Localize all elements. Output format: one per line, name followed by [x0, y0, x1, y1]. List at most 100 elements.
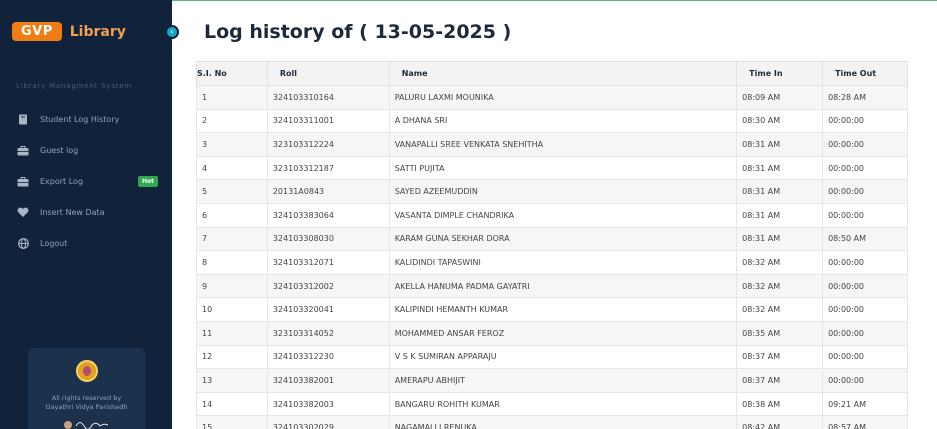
- cell-time-in: 08:09 AM: [736, 85, 824, 110]
- cell-time-in: 08:42 AM: [736, 415, 824, 429]
- table-row[interactable]: 7 324103308030 KARAM GUNA SEKHAR DORA 08:31…: [196, 226, 908, 252]
- table-row[interactable]: 4 323103312187 SATTI PUJITA 08:31 AM 00:00:0…: [196, 155, 908, 181]
- sidebar-item-insert-new-data[interactable]: Insert New Data: [0, 197, 172, 228]
- table-row[interactable]: 3 323103312224 VANAPALLI SREE VENKATA SNEH…: [196, 132, 908, 157]
- sidebar-item-guest-log[interactable]: Guest log: [0, 135, 172, 166]
- book-icon: [17, 114, 29, 126]
- column-header-time-out[interactable]: Time Out: [822, 61, 908, 86]
- cell-time-out: 08:57 AM: [822, 415, 908, 429]
- table-header-row: S.I. No Roll Name Time In Time Out: [196, 61, 908, 86]
- cell-roll: 324103312071: [266, 250, 390, 275]
- cell-time-out: 00:00:00: [822, 155, 908, 181]
- cell-time-in: 08:32 AM: [736, 250, 824, 275]
- cell-roll: 324103312230: [266, 344, 390, 370]
- table-row[interactable]: 14 324103382003 BANGARU ROHITH KUMAR 08:38 …: [196, 391, 908, 417]
- sidebar-item-student-log-history[interactable]: Student Log History: [0, 104, 172, 135]
- sidebar-section-label: Library Managment System: [16, 82, 133, 90]
- cell-name: VANAPALLI SREE VENKATA SNEHITHA: [388, 132, 738, 157]
- hot-badge: Hot: [137, 176, 158, 187]
- cell-time-in: 08:37 AM: [736, 344, 824, 370]
- cell-time-out: 00:00:00: [822, 368, 908, 393]
- log-table-container: S.I. No Roll Name Time In Time Out 1 3241…: [196, 61, 908, 429]
- cell-roll: 324103382001: [266, 368, 390, 393]
- column-header-name[interactable]: Name: [388, 61, 738, 86]
- cell-sl-no: 12: [196, 344, 268, 370]
- sidebar-item-label: Student Log History: [40, 115, 120, 124]
- cell-name: NAGAMALLI RENUKA: [388, 415, 738, 429]
- cell-name: V S K SUMIRAN APPARAJU: [388, 344, 738, 370]
- cell-sl-no: 2: [196, 108, 268, 134]
- brand-badge: GVP: [12, 22, 62, 41]
- cell-sl-no: 13: [196, 368, 268, 393]
- sidebar-item-label: Insert New Data: [40, 208, 105, 217]
- cell-name: SATTI PUJITA: [388, 155, 738, 181]
- cell-time-in: 08:31 AM: [736, 202, 824, 228]
- briefcase-icon: [17, 176, 29, 188]
- cell-time-in: 08:30 AM: [736, 108, 824, 134]
- cell-name: MOHAMMED ANSAR FEROZ: [388, 320, 738, 346]
- cell-name: KALIDINDI TAPASWINI: [388, 250, 738, 275]
- cell-sl-no: 9: [196, 273, 268, 299]
- cell-name: AKELLA HANUMA PADMA GAYATRI: [388, 273, 738, 299]
- heart-icon: [17, 207, 29, 219]
- cell-time-out: 00:00:00: [822, 273, 908, 299]
- cell-sl-no: 8: [196, 250, 268, 275]
- cell-name: SAYED AZEEMUDDIN: [388, 179, 738, 204]
- cell-name: PALURU LAXMI MOUNIKA: [388, 85, 738, 110]
- cell-roll: 324103383064: [266, 202, 390, 228]
- page-title: Log history of ( 13-05-2025 ): [204, 21, 512, 43]
- cell-time-out: 00:00:00: [822, 179, 908, 204]
- cell-name: KARAM GUNA SEKHAR DORA: [388, 226, 738, 252]
- app-window: GVP Library Library Managment System Stu…: [0, 0, 937, 429]
- sidebar-item-label: Export Log: [40, 177, 84, 186]
- cell-sl-no: 6: [196, 202, 268, 228]
- cell-roll: 323103312224: [266, 132, 390, 157]
- cell-time-out: 00:00:00: [822, 320, 908, 346]
- table-row[interactable]: 9 324103312002 AKELLA HANUMA PADMA GAYATRI…: [196, 273, 908, 299]
- table-row[interactable]: 2 324103311001 A DHANA SRI 08:30 AM 00:00:00: [196, 108, 908, 134]
- cell-sl-no: 3: [196, 132, 268, 157]
- table-row[interactable]: 8 324103312071 KALIDINDI TAPASWINI 08:32 AM…: [196, 250, 908, 275]
- globe-icon: [17, 238, 29, 250]
- sidebar-nav: Student Log History Guest log Export Log…: [0, 104, 172, 259]
- table-row[interactable]: 5 20131A0843 SAYED AZEEMUDDIN 08:31 AM 00:00…: [196, 179, 908, 204]
- cell-sl-no: 4: [196, 155, 268, 181]
- cell-time-in: 08:35 AM: [736, 320, 824, 346]
- sidebar-item-export-log[interactable]: Export Log Hot: [0, 166, 172, 197]
- table-row[interactable]: 1 324103310164 PALURU LAXMI MOUNIKA 08:09 A…: [196, 85, 908, 110]
- cell-roll: 323103314052: [266, 320, 390, 346]
- column-header-roll[interactable]: Roll: [266, 61, 390, 86]
- footer-line-2: Gayathri Vidya Parishadh: [45, 403, 128, 411]
- cell-name: BANGARU ROHITH KUMAR: [388, 391, 738, 417]
- sidebar-collapse-button[interactable]: ‹: [165, 25, 179, 39]
- cell-roll: 324103382003: [266, 391, 390, 417]
- table-row[interactable]: 11 323103314052 MOHAMMED ANSAR FEROZ 08:35 …: [196, 320, 908, 346]
- brand-logo[interactable]: GVP Library: [12, 22, 126, 41]
- cell-roll: 324103312002: [266, 273, 390, 299]
- cell-sl-no: 7: [196, 226, 268, 252]
- cell-time-out: 08:50 AM: [822, 226, 908, 252]
- table-row[interactable]: 10 324103320041 KALIPINDI HEMANTH KUMAR 08:…: [196, 297, 908, 322]
- cell-time-in: 08:32 AM: [736, 273, 824, 299]
- cell-roll: 324103308030: [266, 226, 390, 252]
- sidebar-item-logout[interactable]: Logout: [0, 228, 172, 259]
- cell-sl-no: 14: [196, 391, 268, 417]
- sidebar-item-label: Guest log: [40, 146, 79, 155]
- brand-name: Library: [69, 23, 126, 40]
- top-accent-line: [172, 0, 937, 1]
- cell-name: KALIPINDI HEMANTH KUMAR: [388, 297, 738, 322]
- table-row[interactable]: 12 324103312230 V S K SUMIRAN APPARAJU 08:3…: [196, 344, 908, 370]
- cell-time-in: 08:37 AM: [736, 368, 824, 393]
- table-row[interactable]: 13 324103382001 AMERAPU ABHIJIT 08:37 AM 00:…: [196, 368, 908, 393]
- cell-sl-no: 11: [196, 320, 268, 346]
- table-row[interactable]: 6 324103383064 VASANTA DIMPLE CHANDRIKA 08:…: [196, 202, 908, 228]
- cell-time-in: 08:31 AM: [736, 132, 824, 157]
- column-header-time-in[interactable]: Time In: [736, 61, 824, 86]
- sidebar-footer-card: All rights reserved by Gayathri Vidya Pa…: [28, 348, 145, 429]
- signature-icon: [64, 421, 109, 429]
- cell-time-out: 00:00:00: [822, 132, 908, 157]
- table-row[interactable]: 15 324103302029 NAGAMALLI RENUKA 08:42 AM 08…: [196, 415, 908, 429]
- cell-roll: 20131A0843: [266, 179, 390, 204]
- column-header-sl-no[interactable]: S.I. No: [196, 61, 268, 86]
- cell-time-out: 09:21 AM: [822, 391, 908, 417]
